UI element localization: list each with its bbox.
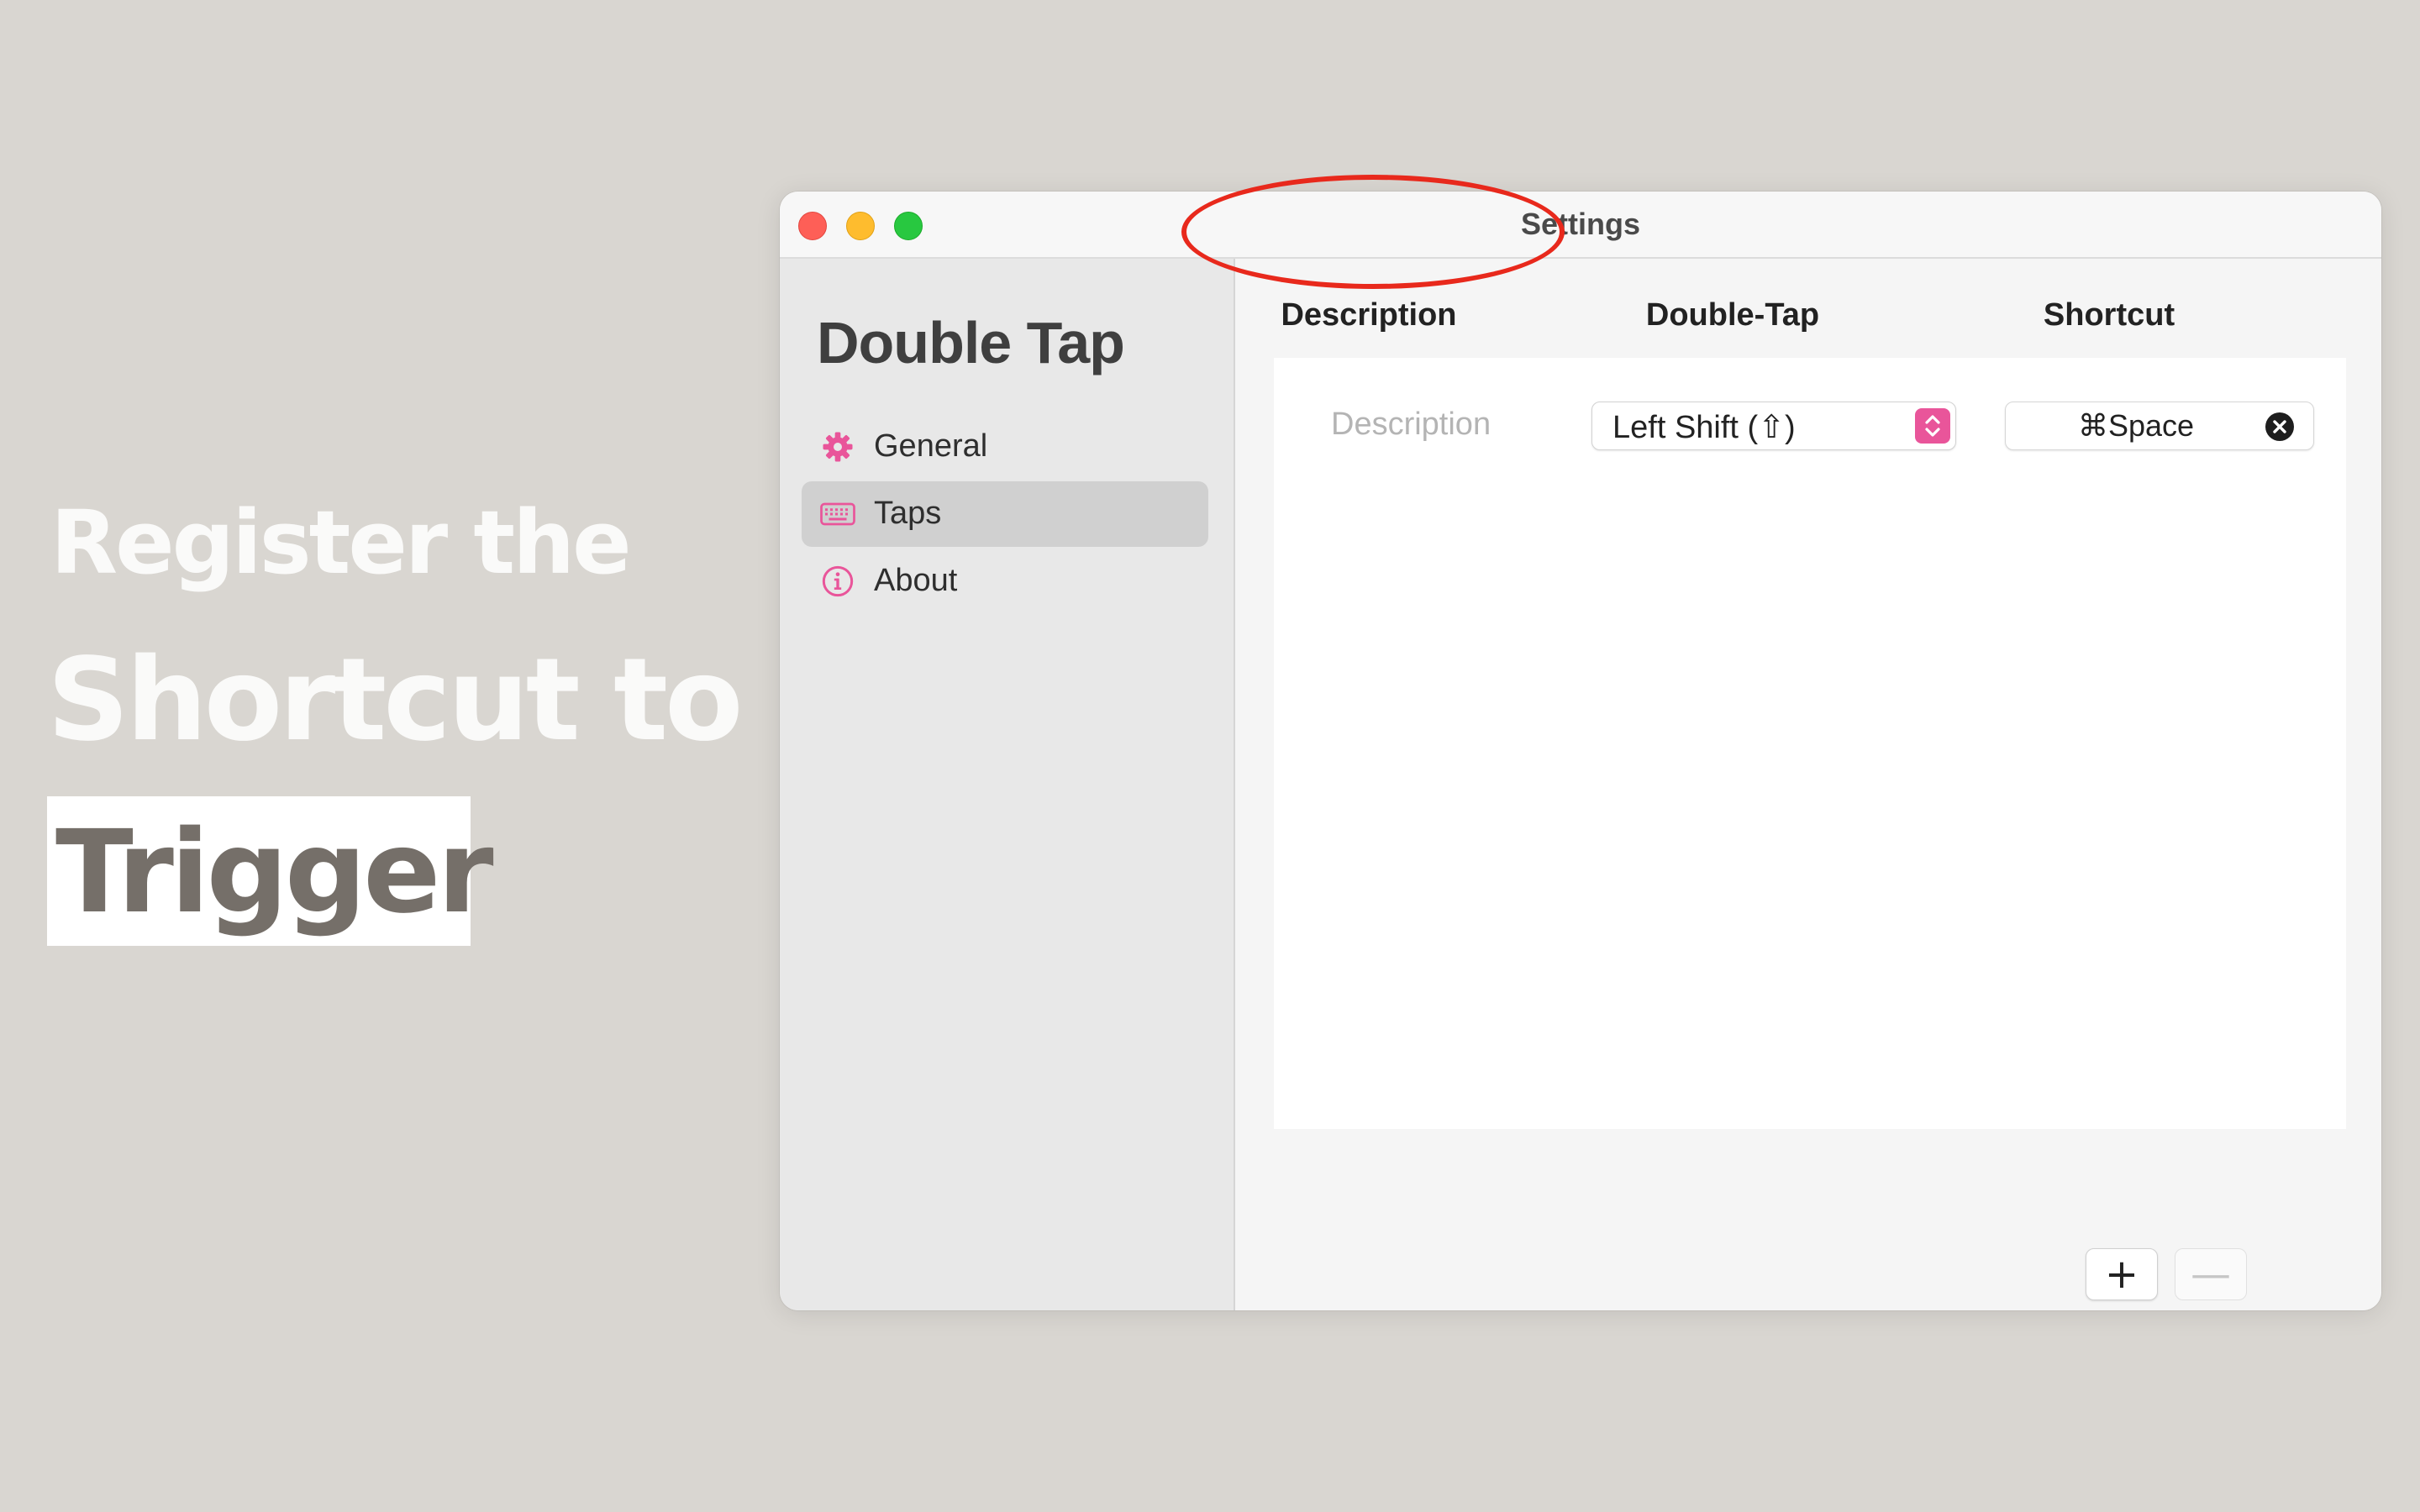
app-name: Double Tap: [817, 310, 1125, 375]
column-header-shortcut[interactable]: Shortcut: [1983, 297, 2235, 333]
taps-table: Description Left Shift (⇧) ⌘Space: [1274, 358, 2346, 1129]
double-tap-popup-button[interactable]: Left Shift (⇧): [1591, 402, 1956, 450]
gear-icon: [823, 432, 853, 462]
description-field[interactable]: Description: [1331, 407, 1491, 443]
add-tap-button[interactable]: +: [2086, 1248, 2158, 1300]
clear-shortcut-icon[interactable]: [2265, 412, 2295, 442]
plus-icon: +: [2104, 1251, 2139, 1298]
shortcut-value: ⌘Space: [2077, 408, 2195, 443]
shortcut-recorder[interactable]: ⌘Space: [2005, 402, 2314, 450]
minus-icon: —: [2191, 1251, 2231, 1298]
info-icon: [822, 565, 854, 597]
window-title: Settings: [1520, 207, 1640, 241]
headline-line-3-highlight: Trigger: [47, 796, 494, 946]
column-header-double-tap[interactable]: Double-Tap: [1607, 297, 1859, 333]
sidebar-item-general[interactable]: General: [802, 414, 1208, 480]
settings-window: Settings Double Tap General Taps About D…: [780, 192, 2381, 1310]
highlight-ring: [1181, 175, 1565, 289]
remove-tap-button[interactable]: —: [2175, 1248, 2247, 1300]
headline-line-1: Register the: [50, 491, 632, 594]
sidebar-item-label: General: [874, 428, 988, 464]
chevron-up-down-icon: [1915, 408, 1950, 444]
taps-panel: Description Double-Tap Shortcut Descript…: [1235, 259, 2381, 1310]
title-bar[interactable]: Settings: [780, 192, 2381, 259]
headline-line-2: Shortcut to: [47, 634, 744, 767]
sidebar-item-about[interactable]: About: [802, 549, 1208, 614]
double-tap-selected-value: Left Shift (⇧): [1612, 410, 1796, 445]
headline-line-3: Trigger: [55, 806, 494, 939]
sidebar-item-taps[interactable]: Taps: [802, 481, 1208, 547]
keyboard-icon: [820, 502, 855, 526]
sidebar: Double Tap General Taps About: [780, 259, 1235, 1310]
sidebar-item-label: Taps: [874, 496, 942, 531]
sidebar-item-label: About: [874, 563, 958, 598]
column-header-description[interactable]: Description: [1281, 297, 1457, 333]
